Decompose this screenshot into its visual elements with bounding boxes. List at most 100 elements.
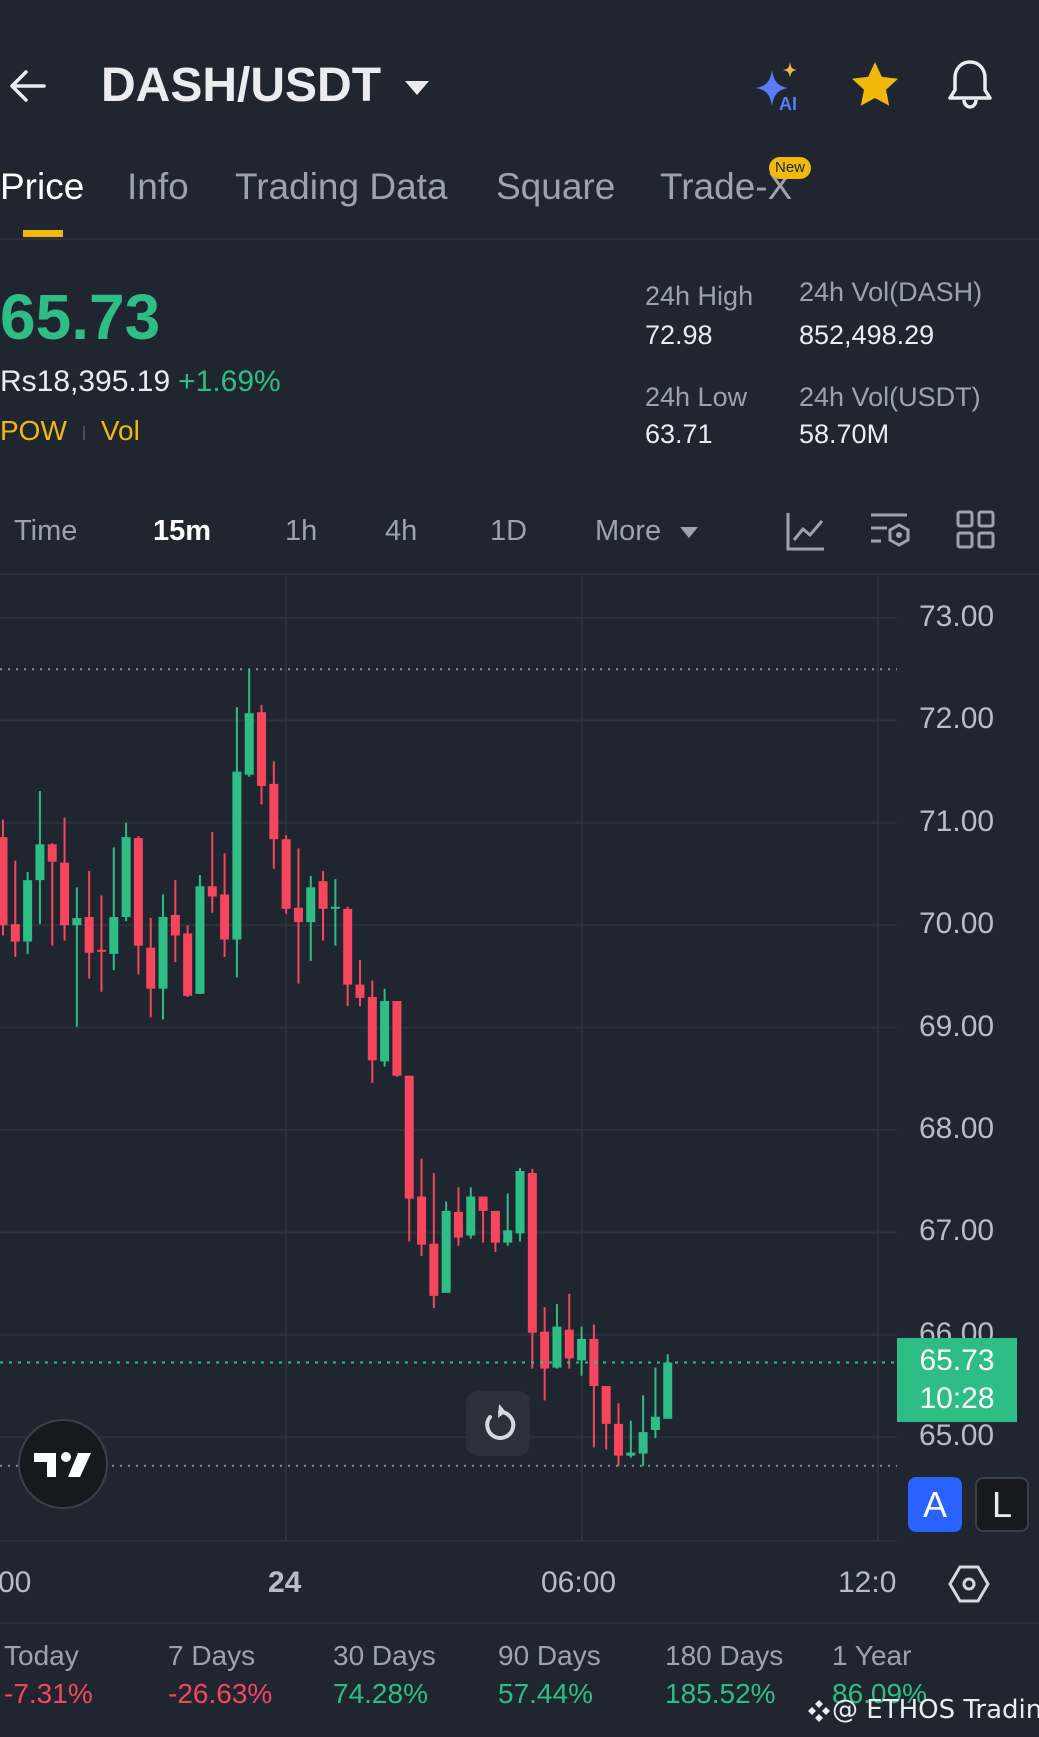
- candle: [626, 1452, 636, 1456]
- timeframe-1h[interactable]: 1h: [285, 515, 317, 548]
- log-scale-button[interactable]: L: [975, 1477, 1029, 1532]
- price-tick: 67.00: [919, 1214, 995, 1248]
- back-button[interactable]: [8, 66, 48, 106]
- perf-value: 185.52%: [665, 1678, 776, 1709]
- candle: [183, 933, 193, 996]
- candle: [207, 886, 217, 897]
- grid-icon: [956, 510, 995, 549]
- new-badge: New: [769, 157, 811, 179]
- candle: [367, 996, 377, 1061]
- candle: [121, 837, 131, 918]
- active-tab-indicator: [23, 230, 63, 237]
- candle: [404, 1075, 414, 1199]
- perf-label: 90 Days: [498, 1640, 601, 1671]
- candle: [614, 1423, 623, 1456]
- reset-icon: [485, 1404, 516, 1440]
- tag-row: POW Vol: [0, 415, 140, 447]
- low-label: 24h Low: [645, 382, 748, 412]
- perf-label: 180 Days: [665, 1640, 784, 1671]
- perf-value: 74.28%: [333, 1678, 428, 1709]
- candle: [638, 1432, 648, 1454]
- high-value: 72.98: [645, 320, 713, 350]
- candle: [577, 1338, 587, 1361]
- candle: [663, 1362, 673, 1419]
- candle: [650, 1416, 660, 1431]
- candle: [478, 1196, 488, 1211]
- tab-price[interactable]: Price: [0, 166, 84, 208]
- time-tick: 00: [0, 1566, 32, 1599]
- pair-selector[interactable]: DASH/USDT: [101, 58, 430, 113]
- reset-chart-button[interactable]: [466, 1391, 530, 1456]
- indicator-settings-icon: [871, 513, 910, 547]
- candle: [281, 839, 291, 909]
- tab-square[interactable]: Square: [496, 166, 615, 208]
- tag-vol[interactable]: Vol: [101, 415, 140, 446]
- candle: [318, 881, 328, 909]
- tradingview-logo[interactable]: [18, 1419, 108, 1509]
- candle: [392, 1000, 402, 1076]
- price-tick: 69.00: [919, 1009, 995, 1043]
- current-price-label: 65.73: [919, 1344, 995, 1377]
- candle: [417, 1196, 427, 1245]
- layout-button[interactable]: [956, 510, 996, 550]
- ai-label: AI: [779, 94, 797, 112]
- candle: [10, 924, 20, 942]
- candle: [257, 712, 267, 786]
- candle: [490, 1210, 500, 1243]
- time-tick: 12:0: [838, 1566, 897, 1599]
- price-tick: 72.00: [919, 702, 995, 736]
- last-price: 65.73: [0, 281, 161, 353]
- timeframe-4h[interactable]: 4h: [385, 515, 417, 548]
- candle: [146, 947, 156, 989]
- favorite-button[interactable]: [850, 60, 900, 110]
- candle: [330, 906, 340, 909]
- price-tick: 68.00: [919, 1112, 995, 1145]
- vol-quote-label: 24h Vol(USDT): [799, 382, 981, 412]
- tradingview-icon: [34, 1452, 91, 1477]
- tab-trading-data[interactable]: Trading Data: [235, 166, 448, 208]
- chart-settings-gear[interactable]: [947, 1562, 991, 1606]
- candle: [72, 918, 82, 926]
- time-tick: 06:00: [541, 1566, 617, 1599]
- high-label: 24h High: [645, 281, 754, 311]
- chart-bottom-border: [0, 1540, 897, 1542]
- candle: [429, 1243, 439, 1296]
- perf-label: 30 Days: [333, 1640, 436, 1671]
- timeframe-1d[interactable]: 1D: [490, 515, 527, 548]
- candle: [453, 1211, 463, 1238]
- candle: [380, 1000, 390, 1062]
- candle: [306, 887, 316, 923]
- candle: [96, 949, 106, 952]
- candle: [220, 894, 230, 940]
- candle: [564, 1329, 574, 1359]
- vol-quote-value: 58.70M: [799, 419, 890, 449]
- indicator-button[interactable]: [785, 510, 827, 552]
- tab-info[interactable]: Info: [127, 166, 189, 208]
- timeframe-15m[interactable]: 15m: [153, 515, 211, 548]
- current-price-tag: 65.73 10:28: [897, 1338, 1017, 1422]
- timeframe-more[interactable]: More: [595, 515, 699, 548]
- candle: [601, 1386, 611, 1424]
- pair-title: DASH/USDT: [101, 59, 382, 112]
- auto-scale-button[interactable]: A: [908, 1477, 962, 1532]
- low-value: 63.71: [645, 419, 713, 449]
- back-arrow-icon: [10, 70, 46, 102]
- ai-button[interactable]: AI: [752, 60, 808, 114]
- candle: [170, 914, 180, 936]
- candle: [109, 917, 119, 954]
- timeframe-time[interactable]: Time: [14, 515, 77, 548]
- candle-countdown: 10:28: [919, 1382, 995, 1415]
- price-tick: 71.00: [919, 804, 995, 838]
- tag-pow[interactable]: POW: [0, 415, 67, 446]
- candle: [158, 917, 168, 989]
- candle: [441, 1210, 451, 1293]
- line-chart-icon: [786, 513, 824, 551]
- perf-value: -7.31%: [4, 1678, 93, 1709]
- binance-logo-icon: [808, 1699, 830, 1722]
- alert-button[interactable]: [945, 58, 995, 112]
- chart-settings-button[interactable]: [868, 510, 912, 552]
- candle: [293, 907, 303, 923]
- candle: [589, 1338, 599, 1386]
- change-percent: +1.69%: [178, 365, 281, 398]
- price-tick: 65.00: [919, 1419, 995, 1453]
